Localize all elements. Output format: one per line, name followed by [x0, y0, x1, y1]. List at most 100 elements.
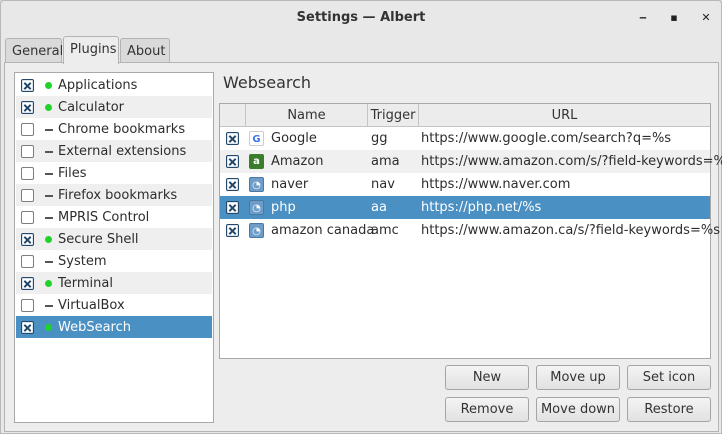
row-url: https://www.naver.com — [421, 177, 571, 192]
plugin-item[interactable]: System — [16, 250, 212, 272]
row-trigger: amc — [371, 223, 399, 238]
status-inactive-icon — [45, 129, 53, 131]
row-name: Amazon — [271, 154, 324, 169]
plugin-label: VirtualBox — [58, 298, 125, 313]
section-title: Websearch — [223, 73, 312, 92]
plugin-label: WebSearch — [58, 320, 132, 335]
plugin-checkbox[interactable] — [21, 189, 34, 202]
column-header-trigger[interactable]: Trigger — [368, 104, 419, 126]
plugin-item[interactable]: WebSearch — [16, 316, 212, 338]
row-url: https://www.amazon.ca/s/?field-keywords=… — [421, 223, 720, 238]
close-button[interactable]: ✕ — [699, 11, 713, 25]
websearch-table[interactable]: Name Trigger URL G Google gg https://www… — [219, 103, 722, 359]
plugin-item[interactable]: External extensions — [16, 140, 212, 162]
amazon-icon: a — [249, 154, 264, 169]
row-name: amazon canada — [271, 223, 375, 238]
row-checkbox[interactable] — [226, 178, 239, 191]
row-name: naver — [271, 177, 309, 192]
status-inactive-icon — [45, 151, 53, 153]
tab-plugins[interactable]: Plugins — [63, 36, 119, 64]
column-header-checkbox[interactable] — [220, 104, 246, 126]
table-row[interactable]: ◔ amazon canada amc https://www.amazon.c… — [220, 219, 720, 242]
table-row[interactable]: a Amazon ama https://www.amazon.com/s/?f… — [220, 150, 722, 173]
row-trigger: nav — [371, 177, 395, 192]
plugin-checkbox[interactable] — [21, 101, 34, 114]
web-icon: ◔ — [249, 223, 264, 238]
plugin-label: Chrome bookmarks — [58, 122, 186, 137]
row-checkbox[interactable] — [226, 155, 239, 168]
plugin-item[interactable]: Chrome bookmarks — [16, 118, 212, 140]
table-row[interactable]: ◔ naver nav https://www.naver.com — [220, 173, 710, 196]
plugin-list[interactable]: Applications Calculator Chrome bookmarks… — [14, 72, 214, 423]
status-active-icon — [45, 280, 52, 287]
web-icon: ◔ — [249, 200, 264, 215]
plugin-item[interactable]: MPRIS Control — [16, 206, 212, 228]
tab-about[interactable]: About — [120, 38, 170, 63]
row-name: php — [271, 200, 296, 215]
plugin-label: Calculator — [58, 100, 125, 115]
plugin-item[interactable]: Files — [16, 162, 212, 184]
plugin-checkbox[interactable] — [21, 79, 34, 92]
status-inactive-icon — [45, 195, 53, 197]
row-checkbox[interactable] — [226, 224, 239, 237]
new-button[interactable]: New — [445, 365, 529, 390]
plugin-label: Terminal — [58, 276, 113, 291]
column-header-name[interactable]: Name — [246, 104, 368, 126]
status-inactive-icon — [45, 217, 53, 219]
plugin-item[interactable]: VirtualBox — [16, 294, 212, 316]
status-active-icon — [45, 104, 52, 111]
row-trigger: ama — [371, 154, 400, 169]
row-checkbox[interactable] — [226, 201, 239, 214]
row-url: https://www.google.com/search?q=%s — [421, 131, 672, 146]
table-row[interactable]: G Google gg https://www.google.com/searc… — [220, 127, 710, 150]
plugin-checkbox[interactable] — [21, 123, 34, 136]
plugin-checkbox[interactable] — [21, 299, 34, 312]
row-url: https://www.amazon.com/s/?field-keywords… — [421, 154, 722, 169]
row-trigger: gg — [371, 131, 388, 146]
plugin-checkbox[interactable] — [21, 211, 34, 224]
restore-button[interactable]: Restore — [627, 397, 711, 422]
plugin-label: Files — [58, 166, 87, 181]
plugin-checkbox[interactable] — [21, 255, 34, 268]
plugins-panel: Applications Calculator Chrome bookmarks… — [4, 62, 722, 432]
plugin-label: Applications — [58, 78, 138, 93]
plugin-label: External extensions — [58, 144, 187, 159]
plugin-checkbox[interactable] — [21, 321, 34, 334]
plugin-item[interactable]: Secure Shell — [16, 228, 212, 250]
maximize-button[interactable]: ▪ — [667, 11, 681, 25]
tab-general[interactable]: General — [5, 38, 63, 63]
status-inactive-icon — [45, 173, 53, 175]
settings-window: Settings — Albert ‒ ▪ ✕ General Plugins … — [0, 0, 722, 434]
row-name: Google — [271, 131, 317, 146]
status-active-icon — [45, 324, 52, 331]
plugin-item[interactable]: Calculator — [16, 96, 212, 118]
plugin-label: Firefox bookmarks — [58, 188, 178, 203]
status-active-icon — [45, 82, 52, 89]
plugin-label: MPRIS Control — [58, 210, 150, 225]
plugin-item[interactable]: Firefox bookmarks — [16, 184, 212, 206]
titlebar[interactable]: Settings — Albert ‒ ▪ ✕ — [1, 1, 721, 35]
remove-button[interactable]: Remove — [445, 397, 529, 422]
table-row[interactable]: ◔ php aa https://php.net/%s — [220, 196, 710, 219]
plugin-label: System — [58, 254, 107, 269]
plugin-label: Secure Shell — [58, 232, 139, 247]
plugin-checkbox[interactable] — [21, 145, 34, 158]
move-down-button[interactable]: Move down — [536, 397, 620, 422]
plugin-item[interactable]: Applications — [16, 74, 212, 96]
status-inactive-icon — [45, 305, 53, 307]
table-header: Name Trigger URL — [220, 104, 710, 127]
plugin-checkbox[interactable] — [21, 277, 34, 290]
web-icon: ◔ — [249, 177, 264, 192]
set-icon-button[interactable]: Set icon — [627, 365, 711, 390]
plugin-checkbox[interactable] — [21, 167, 34, 180]
status-active-icon — [45, 236, 52, 243]
row-checkbox[interactable] — [226, 132, 239, 145]
google-icon: G — [249, 131, 264, 146]
row-url: https://php.net/%s — [421, 200, 542, 215]
column-header-url[interactable]: URL — [419, 104, 710, 126]
plugin-checkbox[interactable] — [21, 233, 34, 246]
minimize-button[interactable]: ‒ — [636, 11, 650, 25]
move-up-button[interactable]: Move up — [536, 365, 620, 390]
window-title: Settings — Albert — [296, 10, 426, 25]
plugin-item[interactable]: Terminal — [16, 272, 212, 294]
